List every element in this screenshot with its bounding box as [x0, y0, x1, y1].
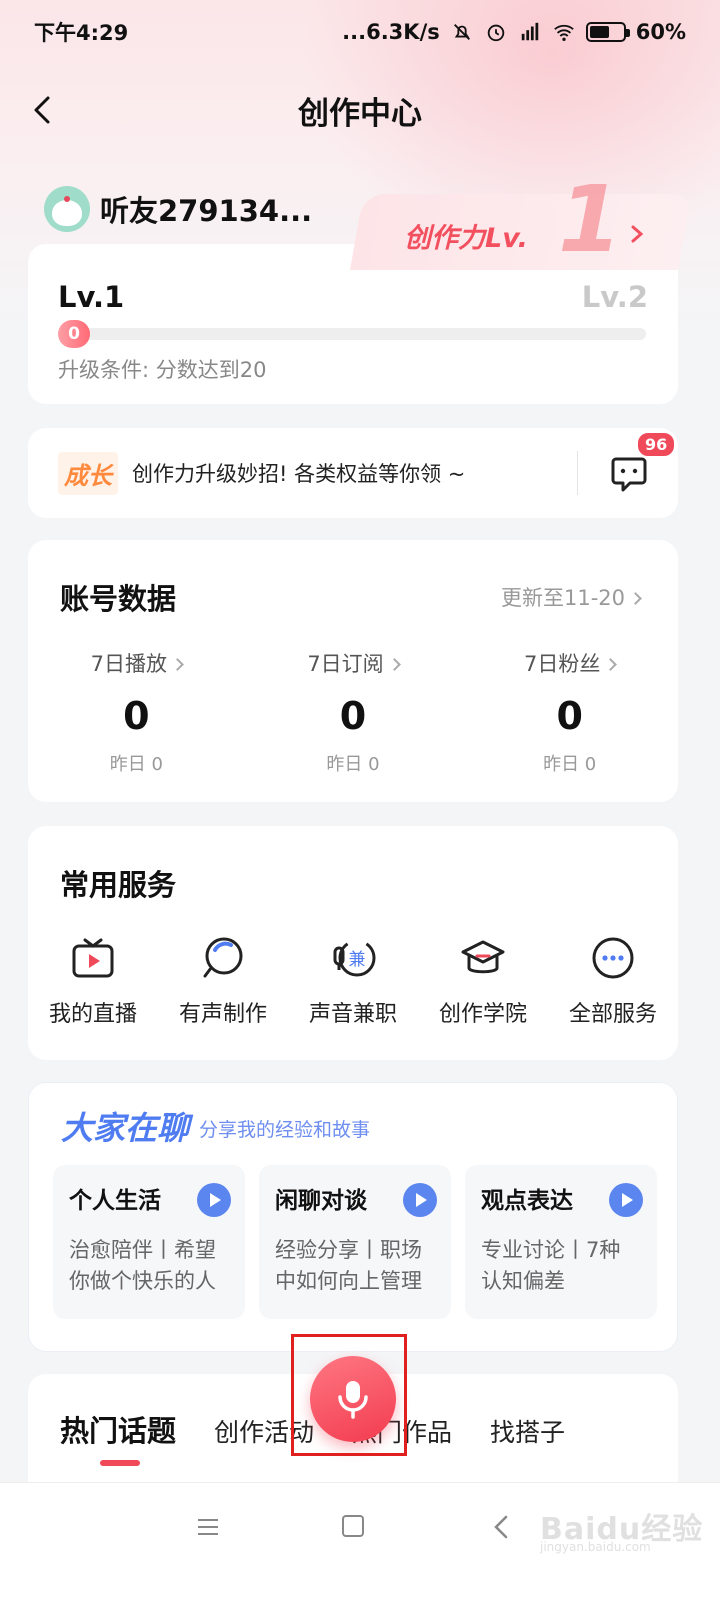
growth-text: 创作力升级妙招! 各类权益等你领 ~	[132, 462, 466, 486]
current-level: Lv.1	[58, 280, 125, 314]
upgrade-condition: 升级条件: 分数达到20	[58, 358, 267, 382]
chevron-right-icon	[171, 658, 184, 671]
part-time-icon: 兼	[333, 939, 376, 977]
chevron-right-icon[interactable]	[626, 222, 648, 246]
profile-card: 1 创作力Lv. 听友279134... Lv.1 Lv.2 0 升级条件: 分…	[28, 166, 692, 404]
play-icon[interactable]	[609, 1183, 643, 1217]
service-label: 全部服务	[568, 1002, 657, 1027]
stat-plays[interactable]: 7日播放 0 昨日 0	[28, 648, 245, 776]
data-updated-text: 更新至11-20	[500, 586, 625, 610]
back-icon[interactable]	[490, 1513, 514, 1541]
wifi-icon	[553, 24, 574, 41]
home-icon[interactable]	[342, 1515, 364, 1537]
chevron-right-icon	[604, 658, 618, 671]
play-icon[interactable]	[403, 1183, 437, 1217]
mute-bell-icon	[453, 24, 470, 40]
chat-bubble-icon	[611, 457, 647, 492]
play-icon[interactable]	[197, 1183, 231, 1217]
alarm-icon	[487, 24, 504, 42]
topic-description: 治愈陪伴丨希望你做个快乐的人	[69, 1238, 216, 1293]
nav-bar: 创作中心	[0, 78, 720, 142]
service-my-live[interactable]: 我的直播	[28, 934, 158, 1028]
topic-list: 个人生活 治愈陪伴丨希望你做个快乐的人 闲聊对谈 经验分享丨职场中如何向上管理 …	[53, 1165, 657, 1319]
service-audio-production[interactable]: 有声制作	[158, 934, 288, 1028]
level-big-number: 1	[558, 166, 623, 273]
tv-icon	[72, 938, 114, 978]
divider	[577, 451, 578, 495]
back-arrow-icon[interactable]	[26, 92, 62, 128]
more-icon	[592, 937, 634, 979]
graduation-cap-icon	[461, 940, 505, 974]
services-card: 常用服务 我的直播 有声制作 兼 声音兼职 创作学院 全部服务	[28, 826, 678, 1060]
status-right: ...6.3K/s 60%	[342, 20, 686, 44]
growth-banner[interactable]: 成长 创作力升级妙招! 各类权益等你领 ~ 96	[28, 428, 678, 518]
creation-level-label[interactable]: 创作力Lv.	[404, 216, 528, 255]
topic-description: 专业讨论丨7种认知偏差	[481, 1238, 621, 1293]
community-title: 大家在聊	[61, 1109, 190, 1147]
tab-hot-topics[interactable]: 热门话题	[60, 1408, 176, 1466]
menu-icon[interactable]	[196, 1517, 220, 1537]
topic-card[interactable]: 观点表达 专业讨论丨7种认知偏差	[465, 1165, 657, 1319]
service-label: 有声制作	[178, 1002, 267, 1027]
service-voice-part-time[interactable]: 兼 声音兼职	[288, 934, 418, 1028]
level-progress-value: 0	[58, 320, 90, 348]
avatar[interactable]	[44, 186, 90, 232]
account-data-card: 账号数据 更新至11-20 7日播放 0 昨日 0 7日订阅 0 昨日 0 7日…	[28, 540, 678, 802]
page-title: 创作中心	[298, 95, 422, 132]
stat-value: 0	[123, 694, 150, 738]
community-chat-card: 大家在聊 分享我的经验和故事 个人生活 治愈陪伴丨希望你做个快乐的人 闲聊对谈 …	[28, 1082, 678, 1352]
stat-label: 7日订阅	[245, 648, 462, 678]
search-record-icon	[203, 937, 243, 978]
stat-value: 0	[339, 694, 367, 738]
message-button[interactable]: 96	[610, 431, 677, 493]
network-speed: ...6.3K/s	[342, 20, 440, 44]
message-count-badge: 96	[636, 431, 677, 458]
highlight-annotation	[291, 1334, 407, 1456]
chevron-right-icon	[629, 592, 642, 605]
service-label: 我的直播	[48, 1002, 137, 1027]
watermark-url: jingyan.baidu.com	[540, 1540, 651, 1554]
stat-yesterday: 昨日 0	[109, 754, 163, 775]
battery-icon	[585, 22, 630, 42]
data-updated-link[interactable]: 更新至11-20	[500, 582, 642, 612]
battery-level	[589, 26, 609, 38]
stat-yesterday: 昨日 0	[326, 754, 380, 775]
tab-find-partner[interactable]: 找搭子	[490, 1413, 565, 1449]
service-label: 创作学院	[438, 1002, 527, 1027]
svg-text:兼: 兼	[349, 950, 366, 970]
next-level: Lv.2	[581, 280, 648, 314]
stats-row: 7日播放 0 昨日 0 7日订阅 0 昨日 0 7日粉丝 0 昨日 0	[28, 648, 678, 776]
signal-icon	[521, 22, 538, 41]
baidu-watermark: Baidu经验 jingyan.baidu.com	[540, 1488, 710, 1558]
account-data-title: 账号数据	[60, 582, 177, 616]
level-progress-bar	[58, 328, 646, 340]
service-label: 声音兼职	[308, 1002, 397, 1027]
stat-subscriptions[interactable]: 7日订阅 0 昨日 0	[245, 648, 462, 776]
service-all-services[interactable]: 全部服务	[548, 934, 678, 1028]
battery-percent: 60%	[635, 20, 686, 44]
growth-tag: 成长	[58, 451, 118, 495]
topic-description: 经验分享丨职场中如何向上管理	[275, 1238, 422, 1293]
status-bar: 下午4:29 ...6.3K/s 60%	[0, 0, 720, 64]
status-time: 下午4:29	[34, 21, 129, 45]
user-row[interactable]: 听友279134...	[44, 184, 312, 234]
stat-label: 7日播放	[28, 648, 245, 678]
stat-label: 7日粉丝	[461, 648, 678, 678]
username: 听友279134...	[100, 194, 313, 228]
services-title: 常用服务	[60, 868, 177, 902]
community-subtitle: 分享我的经验和故事	[199, 1119, 371, 1141]
topic-card[interactable]: 闲聊对谈 经验分享丨职场中如何向上管理	[259, 1165, 451, 1319]
stat-fans[interactable]: 7日粉丝 0 昨日 0	[461, 648, 678, 776]
stat-value: 0	[556, 694, 583, 738]
stat-yesterday: 昨日 0	[543, 754, 597, 775]
chevron-right-icon	[387, 658, 401, 671]
service-creation-academy[interactable]: 创作学院	[418, 934, 548, 1028]
services-row: 我的直播 有声制作 兼 声音兼职 创作学院 全部服务	[28, 934, 678, 1028]
topic-card[interactable]: 个人生活 治愈陪伴丨希望你做个快乐的人	[53, 1165, 245, 1319]
